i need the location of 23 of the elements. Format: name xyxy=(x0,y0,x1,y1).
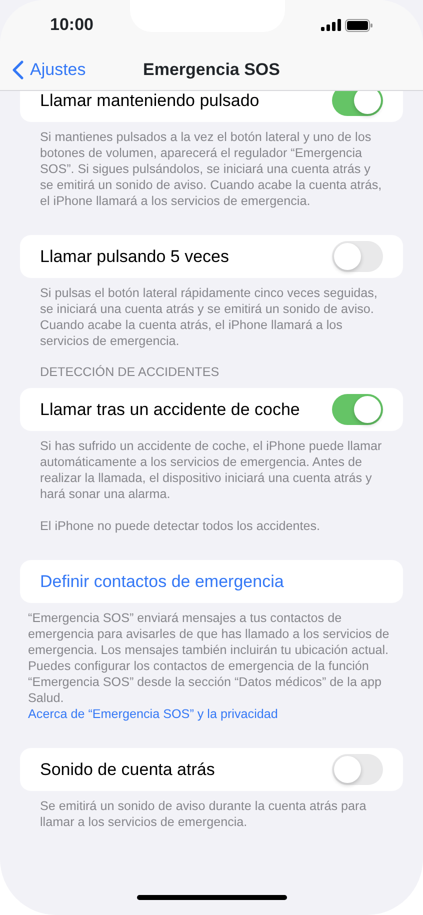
signal-icon xyxy=(320,19,341,31)
toggle-switch[interactable] xyxy=(332,241,383,272)
toggle-switch[interactable] xyxy=(332,91,383,116)
back-chevron-icon xyxy=(12,60,24,80)
footer-text: Se emitirá un sonido de aviso durante la cuenta atrás para llamar a los servicios de emergencia. xyxy=(40,798,368,830)
battery-icon xyxy=(344,18,373,32)
footer-text: Si pulsas el botón lateral rápidamente cinco veces seguidas, se iniciará una cuenta atrás y se emitirá un sonido de aviso. Cuando acabe la cuenta atrás, el iPhone llamará a los servicios de emergencia. xyxy=(40,285,378,349)
status-time: 10:00 xyxy=(50,14,94,36)
privacy-link[interactable]: Acerca de “Emergencia SOS” y la privacidad xyxy=(28,706,278,722)
back-button[interactable]: Ajustes xyxy=(0,57,86,83)
toggle-switch[interactable] xyxy=(332,394,383,425)
row-label: Llamar tras un accidente de coche xyxy=(40,398,300,421)
row-label: Llamar pulsando 5 veces xyxy=(40,246,230,268)
action-link[interactable]: Definir contactos de emergencia xyxy=(40,568,284,594)
footer-text: Si has sufrido un accidente de coche, el iPhone puede llamar automáticamente a los servicios de emergencia. Antes de realizar la llamada, el dispositivo iniciará una cuenta atrás y hará sonar una alarma. xyxy=(40,438,383,502)
section-header: DETECCIÓN DE ACCIDENTES xyxy=(39,364,220,381)
row-label: Llamar manteniendo pulsado xyxy=(40,91,260,112)
footer-text: “Emergencia SOS” enviará mensajes a tus contactos de emergencia para avisarles de que has llamado a los servicios de emergencia. Los mensajes también incluirán tu ubicación actual. Puedes configurar los contactos de emergencia de la función “Emergencia SOS” desde la sección “Datos médicos” de la app Salud. xyxy=(28,610,390,706)
footer-text: Si mantienes pulsados a la vez el botón lateral y uno de los botones de volumen, aparecerá el regulador “Emergencia SOS”. Si sigues pulsándolos, se iniciará una cuenta atrás y se emitirá un sonido de aviso. Cuando acabe la cuenta atrás, el iPhone llamará a los servicios de emergencia. xyxy=(40,129,383,209)
footer-text: El iPhone no puede detectar todos los accidentes. xyxy=(40,518,322,534)
toggle-switch[interactable] xyxy=(332,754,383,785)
row-label: Sonido de cuenta atrás xyxy=(40,758,215,781)
page-title: Emergencia SOS xyxy=(143,59,280,82)
